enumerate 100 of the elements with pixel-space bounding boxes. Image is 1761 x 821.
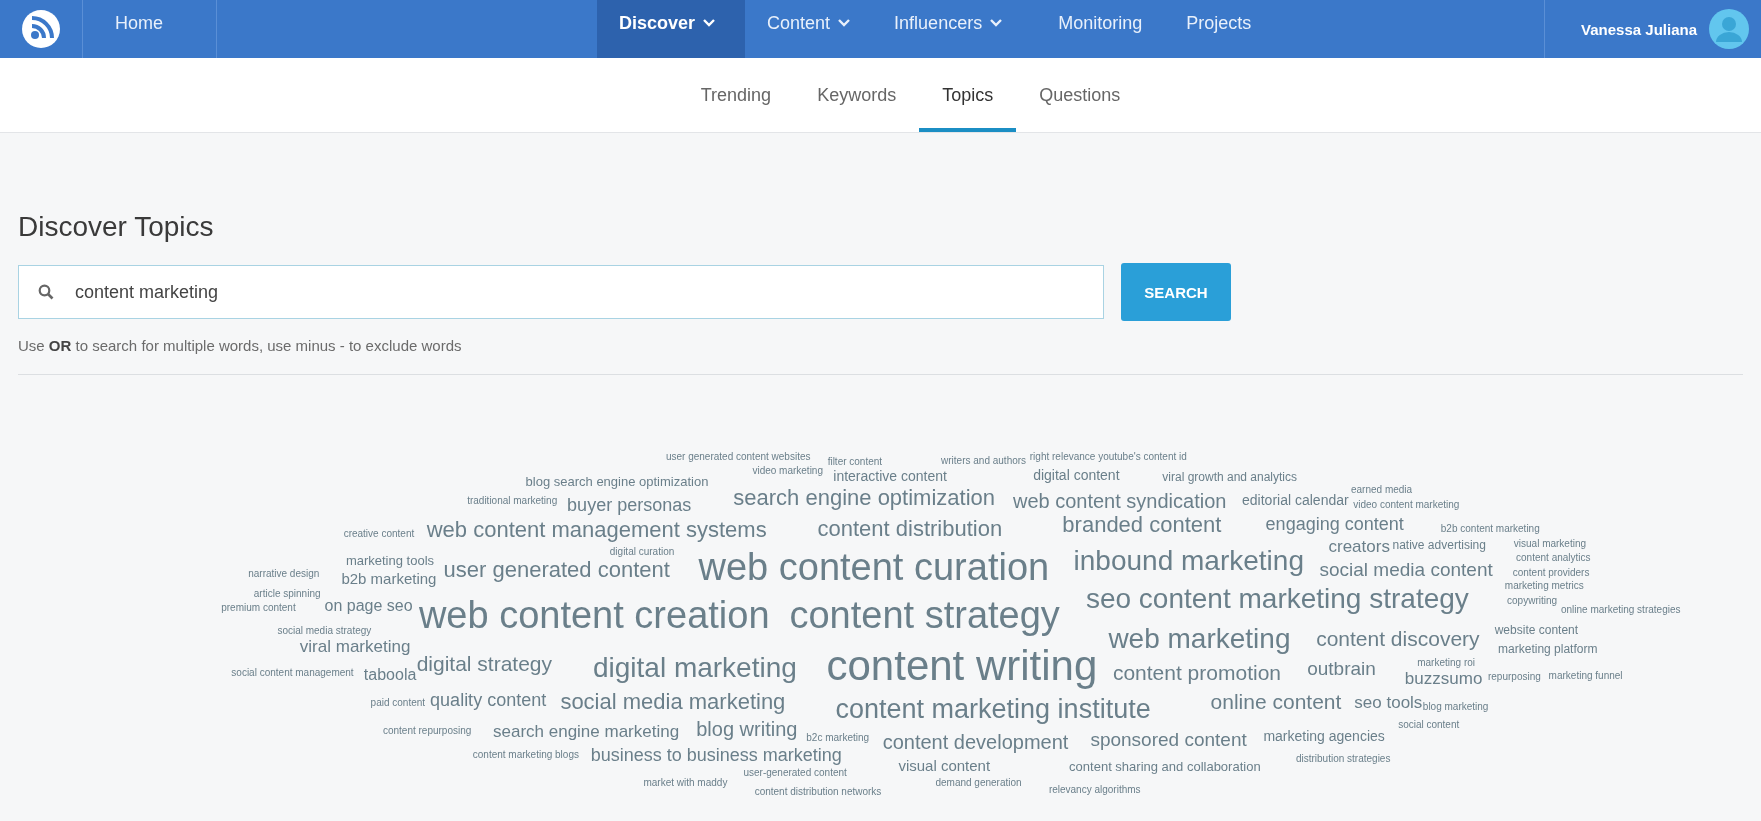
topic-word[interactable]: social content <box>1398 719 1460 730</box>
topic-word[interactable]: digital marketing <box>592 653 797 682</box>
topic-word[interactable]: online content <box>1210 691 1342 713</box>
topic-word[interactable]: engaging content <box>1265 515 1404 534</box>
topic-word[interactable]: outbrain <box>1307 658 1376 678</box>
topic-word[interactable]: distribution strategies <box>1295 754 1391 765</box>
tab[interactable]: Topics <box>919 62 1017 132</box>
topic-word[interactable]: social media marketing <box>560 690 786 713</box>
topic-word[interactable]: social media strategy <box>277 626 372 637</box>
nav-item[interactable]: Monitoring <box>1036 0 1165 58</box>
user-name[interactable]: Vanessa Juliana <box>1581 20 1697 38</box>
topic-word[interactable]: paid content <box>370 698 426 709</box>
avatar-icon[interactable] <box>1709 9 1749 49</box>
topic-word[interactable]: editorial calendar <box>1242 492 1349 507</box>
topic-word[interactable]: copywriting <box>1507 596 1558 607</box>
topic-word[interactable]: web content management systems <box>426 518 767 541</box>
topic-word[interactable]: content discovery <box>1316 628 1480 650</box>
topic-word[interactable]: web content curation <box>698 548 1050 587</box>
topic-word[interactable]: content marketing blogs <box>472 749 579 760</box>
topic-word[interactable]: content strategy <box>789 596 1060 635</box>
topic-word[interactable]: content development <box>882 732 1069 753</box>
topic-word[interactable]: demand generation <box>935 778 1022 788</box>
topic-word[interactable]: digital strategy <box>416 652 553 674</box>
topic-word[interactable]: digital content <box>1033 468 1120 483</box>
topic-word[interactable]: b2c marketing <box>806 733 870 744</box>
topic-word[interactable]: buzzsumo <box>1404 669 1483 687</box>
topic-word[interactable]: web marketing <box>1108 625 1291 654</box>
topic-word[interactable]: user generated content <box>443 559 670 582</box>
topic-word[interactable]: search engine marketing <box>493 722 680 740</box>
topic-word[interactable]: right relevance youtube's content id <box>1029 452 1187 463</box>
topic-word[interactable]: branded content <box>1062 514 1222 537</box>
topic-word[interactable]: content repurposing <box>382 726 472 737</box>
topic-word[interactable]: seo tools <box>1354 694 1423 712</box>
topic-word[interactable]: content promotion <box>1112 661 1281 683</box>
topic-word[interactable]: b2b marketing <box>341 570 437 586</box>
search-button[interactable]: SEARCH <box>1121 263 1231 321</box>
topic-word[interactable]: sponsored content <box>1090 730 1247 750</box>
topic-word[interactable]: writers and authors <box>941 455 1027 466</box>
topic-word[interactable]: web content syndication <box>1012 490 1227 511</box>
topic-word[interactable]: premium content <box>221 602 296 613</box>
topic-word[interactable]: content distribution networks <box>754 787 882 797</box>
topic-word[interactable]: narrative design <box>248 569 320 580</box>
topic-word[interactable]: content marketing institute <box>835 695 1151 723</box>
nav-item[interactable]: Content <box>745 0 873 58</box>
topic-word[interactable]: interactive content <box>833 469 947 484</box>
topic-word[interactable]: social media content <box>1319 559 1493 579</box>
topic-word[interactable]: marketing roi <box>1417 657 1476 668</box>
search-field[interactable]: content marketing <box>18 265 1104 319</box>
topic-word[interactable]: user generated content websites <box>665 452 811 463</box>
topic-word[interactable]: marketing funnel <box>1548 671 1623 682</box>
topic-word[interactable]: viral marketing <box>299 638 411 656</box>
tab[interactable]: Questions <box>1016 62 1144 132</box>
topic-word[interactable]: marketing tools <box>345 554 435 567</box>
topic-word[interactable]: website content <box>1494 624 1579 637</box>
topic-word[interactable]: earned media <box>1350 484 1413 495</box>
topic-word[interactable]: repurposing <box>1487 672 1541 683</box>
topic-word[interactable]: video content marketing <box>1353 499 1460 510</box>
topic-word[interactable]: content sharing and collaboration <box>1069 759 1261 773</box>
topic-word[interactable]: inbound marketing <box>1073 546 1304 575</box>
topic-word[interactable]: buyer personas <box>567 496 692 515</box>
topic-word[interactable]: marketing metrics <box>1504 581 1584 592</box>
topic-word[interactable]: taboola <box>363 666 417 683</box>
topic-word[interactable]: content writing <box>826 644 1098 687</box>
topic-word[interactable]: market with maddy <box>643 778 728 788</box>
topic-word[interactable]: traditional marketing <box>467 496 558 507</box>
topic-word[interactable]: social content management <box>231 667 354 678</box>
topic-word[interactable]: marketing agencies <box>1263 728 1385 743</box>
topic-word[interactable]: quality content <box>430 690 547 709</box>
logo-icon[interactable] <box>21 9 61 49</box>
nav-item[interactable]: Projects <box>1164 0 1274 58</box>
tab[interactable]: Trending <box>677 62 795 132</box>
topic-word[interactable]: filter content <box>827 456 883 467</box>
topic-word[interactable]: viral growth and analytics <box>1162 471 1298 484</box>
topic-word[interactable]: blog search engine optimization <box>525 475 709 489</box>
topic-word[interactable]: marketing platform <box>1498 643 1598 656</box>
topic-word[interactable]: on page seo <box>324 598 413 615</box>
topic-word[interactable]: b2b content marketing <box>1440 524 1540 535</box>
topic-word[interactable]: native advertising <box>1392 538 1486 551</box>
topic-word[interactable]: blog marketing <box>1422 701 1489 712</box>
tab[interactable]: Keywords <box>794 62 920 132</box>
topic-word[interactable]: web content creation <box>418 596 770 635</box>
topic-word[interactable]: creative content <box>343 528 415 539</box>
topic-word[interactable]: online marketing strategies <box>1560 605 1681 616</box>
topic-word[interactable]: relevancy algorithms <box>1048 784 1141 795</box>
topic-word[interactable]: blog writing <box>696 718 798 739</box>
topic-word[interactable]: article spinning <box>253 589 321 600</box>
topic-word[interactable]: search engine optimization <box>733 487 996 510</box>
topic-word[interactable]: content analytics <box>1516 553 1591 564</box>
nav-item[interactable]: Influencers <box>872 0 1025 58</box>
topic-word[interactable]: visual content <box>898 758 991 774</box>
topic-word[interactable]: content distribution <box>817 517 1003 540</box>
topic-word[interactable]: visual marketing <box>1513 538 1587 549</box>
topic-word[interactable]: creators <box>1328 538 1390 556</box>
topic-word[interactable]: seo content marketing strategy <box>1085 585 1469 614</box>
topic-word[interactable]: video marketing <box>752 465 823 476</box>
topic-word[interactable]: user-generated content <box>743 767 847 778</box>
topic-word[interactable]: content providers <box>1512 568 1590 578</box>
nav-item[interactable]: Discover <box>597 0 746 58</box>
topic-word[interactable]: business to business marketing <box>590 745 842 764</box>
topic-word[interactable]: digital curation <box>609 546 675 557</box>
